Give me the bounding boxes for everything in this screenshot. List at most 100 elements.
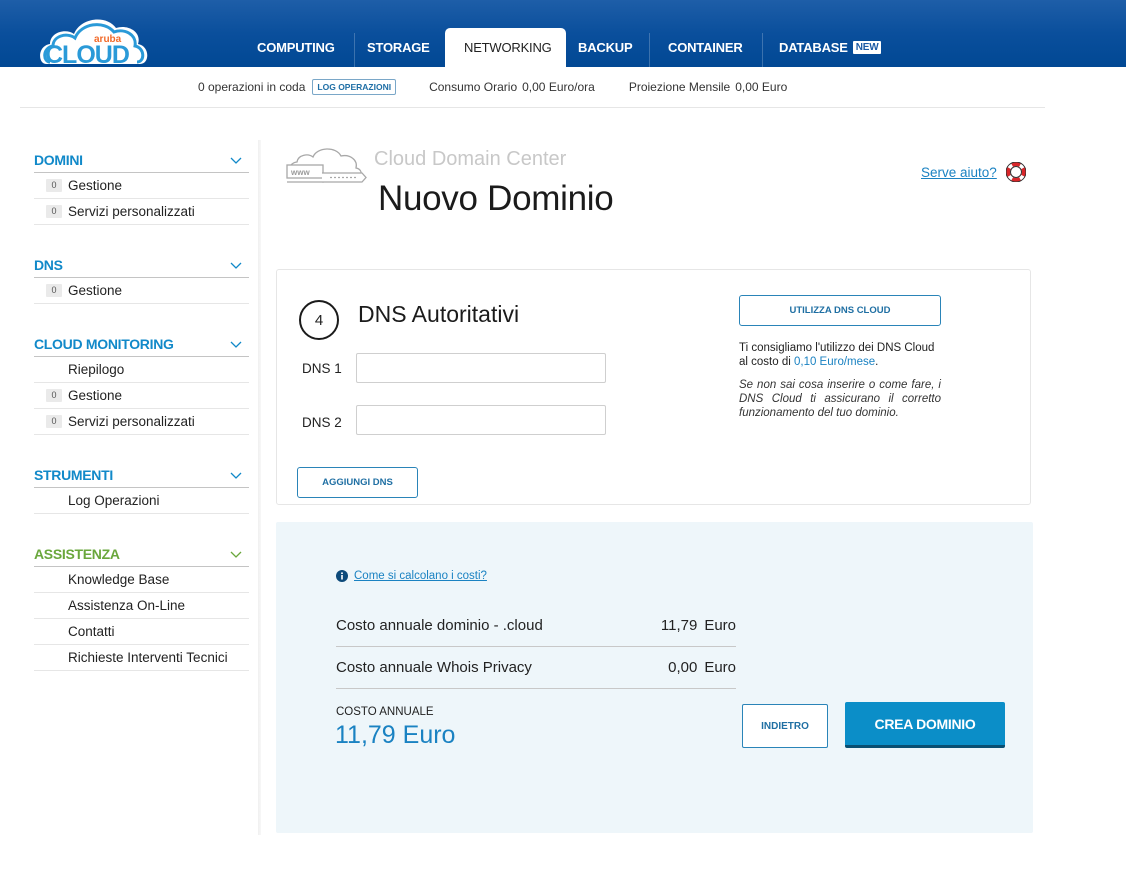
consumo-value: 0,00 Euro/ora bbox=[522, 80, 595, 94]
count-badge: 0 bbox=[46, 205, 62, 218]
sidebar-header-label: DOMINI bbox=[34, 152, 83, 168]
proiezione-value: 0,00 Euro bbox=[735, 80, 788, 94]
step-number-badge: 4 bbox=[299, 300, 339, 340]
dns1-label: DNS 1 bbox=[302, 361, 342, 376]
sidebar-header-cloud-monitoring[interactable]: CLOUD MONITORING bbox=[34, 324, 249, 357]
sidebar-group-dns: DNS 0 Gestione bbox=[34, 245, 249, 304]
nav-tab-label: STORAGE bbox=[367, 40, 430, 55]
dns-authoritative-card: 4 DNS Autoritativi DNS 1 DNS 2 AGGIUNGI … bbox=[276, 269, 1031, 505]
cost-amount: 11,79 bbox=[660, 617, 698, 634]
total-cost-label: COSTO ANNUALE bbox=[336, 706, 434, 718]
status-bar: 0 operazioni in coda LOG OPERAZIONI Cons… bbox=[20, 67, 1045, 108]
sidebar-group-domini: DOMINI 0 Gestione 0 Servizi personalizza… bbox=[34, 140, 249, 225]
sidebar-header-domini[interactable]: DOMINI bbox=[34, 140, 249, 173]
chevron-down-icon bbox=[230, 262, 242, 269]
help-link[interactable]: Serve aiuto? bbox=[921, 165, 997, 180]
sidebar-group-strumenti: STRUMENTI Log Operazioni bbox=[34, 455, 249, 514]
queue-count: 0 operazioni in coda bbox=[198, 80, 306, 94]
nav-tab-label: DATABASE bbox=[779, 40, 848, 55]
chevron-down-icon bbox=[230, 472, 242, 479]
sidebar-header-dns[interactable]: DNS bbox=[34, 245, 249, 278]
log-operazioni-button[interactable]: LOG OPERAZIONI bbox=[312, 79, 397, 95]
sidebar-item-riepilogo[interactable]: Riepilogo bbox=[34, 357, 249, 383]
sidebar-item-label: Gestione bbox=[68, 388, 123, 403]
consumo-label: Consumo Orario bbox=[429, 80, 518, 94]
dns-cloud-tip: Ti consigliamo l'utilizzo dei DNS Cloud … bbox=[739, 342, 935, 368]
count-badge: 0 bbox=[46, 389, 62, 402]
chevron-down-icon bbox=[230, 341, 242, 348]
sidebar-item-monitoring-servizi[interactable]: 0 Servizi personalizzati bbox=[34, 409, 249, 435]
nav-tab-container[interactable]: CONTAINER bbox=[650, 28, 763, 67]
new-badge: NEW bbox=[852, 41, 882, 54]
cloud-domain-icon: www bbox=[286, 148, 367, 183]
sidebar-group-cloud-monitoring: CLOUD MONITORING Riepilogo 0 Gestione 0 … bbox=[34, 324, 249, 435]
nav-tab-label: NETWORKING bbox=[464, 40, 552, 55]
nav-tab-storage[interactable]: STORAGE bbox=[355, 28, 445, 67]
info-icon bbox=[336, 570, 348, 582]
sidebar-divider bbox=[258, 140, 261, 835]
section-label: Cloud Domain Center bbox=[374, 148, 567, 170]
cost-row-whois: Costo annuale Whois Privacy 0,00 Euro bbox=[336, 647, 736, 689]
lifebuoy-icon[interactable] bbox=[1006, 162, 1026, 182]
nav-tab-backup[interactable]: BACKUP bbox=[566, 28, 650, 67]
use-dns-cloud-button[interactable]: UTILIZZA DNS CLOUD bbox=[739, 295, 941, 326]
add-dns-button[interactable]: AGGIUNGI DNS bbox=[297, 467, 418, 498]
tip-price: 0,10 Euro/mese bbox=[793, 356, 876, 368]
cost-currency: Euro bbox=[704, 659, 736, 676]
sidebar-item-label: Gestione bbox=[68, 178, 123, 193]
sidebar-item-label: Riepilogo bbox=[68, 362, 125, 377]
proiezione-label: Proiezione Mensile bbox=[628, 80, 731, 94]
svg-text:www: www bbox=[290, 168, 310, 177]
sidebar-item-label: Richieste Interventi Tecnici bbox=[68, 650, 228, 665]
sidebar-header-strumenti[interactable]: STRUMENTI bbox=[34, 455, 249, 488]
logo-cloud-text: CLOUD bbox=[45, 41, 129, 68]
sidebar-item-label: Knowledge Base bbox=[68, 572, 170, 587]
nav-tab-networking[interactable]: NETWORKING bbox=[445, 28, 566, 67]
dns2-label: DNS 2 bbox=[302, 415, 342, 430]
create-domain-button[interactable]: CREA DOMINIO bbox=[845, 702, 1005, 748]
cost-summary-panel: Come si calcolano i costi? Costo annuale… bbox=[276, 522, 1033, 833]
cost-amount: 0,00 bbox=[668, 659, 698, 676]
sidebar-item-label: Contatti bbox=[68, 624, 115, 639]
sidebar-item-dns-gestione[interactable]: 0 Gestione bbox=[34, 278, 249, 304]
count-badge: 0 bbox=[46, 179, 62, 192]
nav-tab-label: CONTAINER bbox=[668, 40, 743, 55]
sidebar-group-assistenza: ASSISTENZA Knowledge Base Assistenza On-… bbox=[34, 534, 249, 671]
sidebar-item-label: Log Operazioni bbox=[68, 493, 160, 508]
sidebar-header-label: STRUMENTI bbox=[34, 467, 113, 483]
cost-currency: Euro bbox=[704, 617, 736, 634]
sidebar-item-domini-gestione[interactable]: 0 Gestione bbox=[34, 173, 249, 199]
sidebar: DOMINI 0 Gestione 0 Servizi personalizza… bbox=[34, 140, 249, 691]
nav-tab-label: COMPUTING bbox=[257, 40, 335, 55]
chevron-down-icon bbox=[230, 157, 242, 164]
cost-info-link[interactable]: Come si calcolano i costi? bbox=[336, 570, 487, 582]
sidebar-header-label: ASSISTENZA bbox=[34, 546, 120, 562]
sidebar-item-label: Assistenza On-Line bbox=[68, 598, 186, 613]
chevron-down-icon bbox=[230, 551, 242, 558]
sidebar-item-knowledge-base[interactable]: Knowledge Base bbox=[34, 567, 249, 593]
count-badge: 0 bbox=[46, 415, 62, 428]
sidebar-header-assistenza[interactable]: ASSISTENZA bbox=[34, 534, 249, 567]
count-badge: 0 bbox=[46, 284, 62, 297]
sidebar-item-domini-servizi[interactable]: 0 Servizi personalizzati bbox=[34, 199, 249, 225]
cost-label: Costo annuale dominio - .cloud bbox=[336, 617, 543, 634]
cost-label: Costo annuale Whois Privacy bbox=[336, 659, 532, 676]
step-title: DNS Autoritativi bbox=[358, 301, 520, 327]
nav-tab-database[interactable]: DATABASE NEW bbox=[763, 28, 893, 67]
sidebar-item-label: Gestione bbox=[68, 283, 123, 298]
page-title: Nuovo Dominio bbox=[378, 179, 614, 218]
sidebar-item-richieste-interventi[interactable]: Richieste Interventi Tecnici bbox=[34, 645, 249, 671]
sidebar-item-monitoring-gestione[interactable]: 0 Gestione bbox=[34, 383, 249, 409]
sidebar-item-contatti[interactable]: Contatti bbox=[34, 619, 249, 645]
sidebar-item-log-operazioni[interactable]: Log Operazioni bbox=[34, 488, 249, 514]
sidebar-header-label: DNS bbox=[34, 257, 63, 273]
back-button[interactable]: INDIETRO bbox=[742, 704, 828, 748]
dns2-input[interactable] bbox=[356, 405, 606, 435]
dns1-input[interactable] bbox=[356, 353, 606, 383]
nav-tab-computing[interactable]: COMPUTING bbox=[245, 28, 355, 67]
total-cost-value: 11,79 Euro bbox=[335, 721, 456, 749]
aruba-cloud-logo[interactable]: aruba CLOUD bbox=[38, 12, 150, 68]
sidebar-item-assistenza-online[interactable]: Assistenza On-Line bbox=[34, 593, 249, 619]
top-navigation-bar: aruba CLOUD COMPUTING STORAGE NETWORKING… bbox=[0, 0, 1126, 68]
cost-info-link-label: Come si calcolano i costi? bbox=[354, 570, 487, 582]
